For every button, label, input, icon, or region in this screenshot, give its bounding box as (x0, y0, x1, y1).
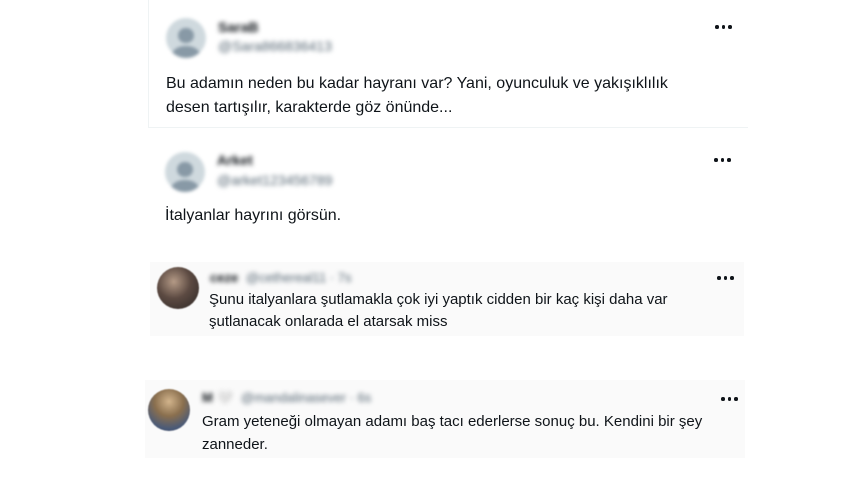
default-avatar-icon[interactable] (165, 152, 205, 192)
reply-text: İtalyanlar hayrını görsün. (165, 207, 342, 224)
reply-text-line-1: Gram yeteneği olmayan adamı baş tacı ede… (202, 413, 703, 430)
reply-card-3[interactable]: ceze @cethereal11 · 7s Şunu italyanlara … (150, 262, 744, 336)
display-name[interactable]: SaraB (218, 19, 258, 35)
display-name[interactable]: ceze (210, 270, 238, 285)
user-handle[interactable]: @Sara866836413 (218, 38, 332, 54)
reply-card-2[interactable]: Arket @arket123456789 İtalyanlar hayrını… (148, 140, 748, 252)
display-name[interactable]: Arket (217, 152, 253, 168)
profile-photo-icon[interactable] (157, 267, 199, 309)
more-options-icon[interactable] (715, 22, 732, 32)
user-handle-and-time[interactable]: @mandalinasever · 6s (241, 390, 371, 405)
reply-text-line-2: zanneder. (202, 436, 268, 453)
reply-card-4[interactable]: M 🤍 @mandalinasever · 6s Gram yeteneği o… (145, 380, 745, 458)
reply-card-1[interactable]: SaraB @Sara866836413 Bu adamın neden bu … (148, 0, 748, 128)
reply-text-line-2: şutlanacak onlarada el atarsak miss (209, 313, 448, 330)
profile-photo-icon[interactable] (148, 389, 190, 431)
reply-text-line-1: Şunu italyanlara şutlamakla çok iyi yapt… (209, 291, 668, 308)
default-avatar-icon[interactable] (166, 18, 206, 58)
more-options-icon[interactable] (717, 273, 734, 283)
display-name[interactable]: M 🤍 (202, 390, 233, 406)
reply-thread: SaraB @Sara866836413 Bu adamın neden bu … (0, 0, 850, 500)
reply-text-line-2: desen tartışılır, karakterde göz önünde.… (166, 99, 453, 116)
more-options-icon[interactable] (721, 394, 738, 404)
user-handle-and-time[interactable]: @cethereal11 · 7s (246, 270, 351, 285)
more-options-icon[interactable] (714, 155, 731, 165)
reply-text-line-1: Bu adamın neden bu kadar hayranı var? Ya… (166, 75, 668, 92)
user-handle[interactable]: @arket123456789 (217, 172, 332, 188)
